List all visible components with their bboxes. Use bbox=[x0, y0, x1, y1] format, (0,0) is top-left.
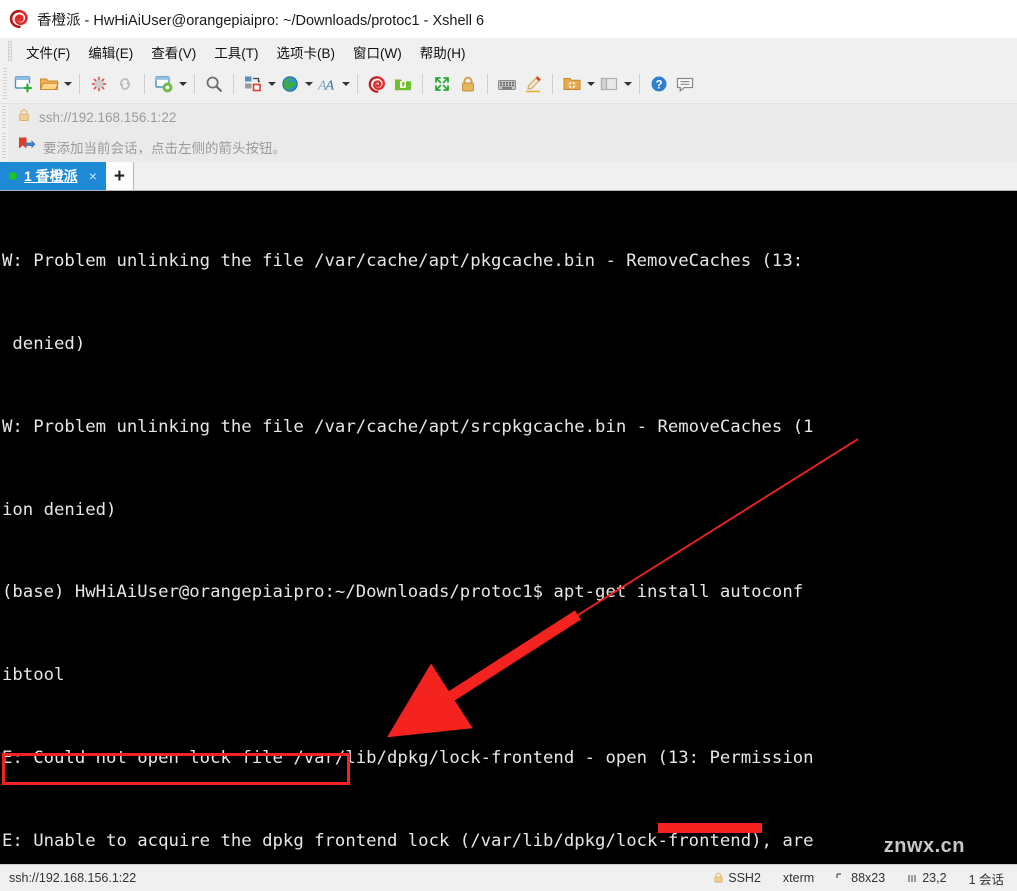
xftp-icon[interactable] bbox=[390, 71, 416, 97]
toolbar-separator bbox=[357, 74, 358, 94]
help-icon[interactable]: ? bbox=[646, 71, 672, 97]
toolbar-separator bbox=[233, 74, 234, 94]
tab-label: 1 香橙派 bbox=[24, 168, 78, 184]
menu-bar: 文件(F) 编辑(E) 查看(V) 工具(T) 选项卡(B) 窗口(W) 帮助(… bbox=[0, 38, 1017, 65]
fullscreen-icon[interactable] bbox=[429, 71, 455, 97]
svg-text:?: ? bbox=[655, 80, 662, 92]
menu-view[interactable]: 查看(V) bbox=[142, 40, 205, 64]
tab-strip: 1 香橙派 × + bbox=[0, 162, 1017, 191]
globe-encoding-dropdown-icon[interactable] bbox=[303, 72, 314, 96]
tab-close-icon[interactable]: × bbox=[89, 168, 97, 184]
feedback-icon[interactable] bbox=[672, 71, 698, 97]
watermark: znwx.cn bbox=[883, 835, 965, 857]
status-size-label: 88x23 bbox=[851, 871, 886, 885]
status-term-type: xterm bbox=[782, 871, 815, 885]
cursor-pos-icon bbox=[907, 873, 918, 884]
hint-bar: 要添加当前会话，点击左侧的箭头按钮。 bbox=[0, 131, 1017, 162]
terminal-output[interactable]: W: Problem unlinking the file /var/cache… bbox=[0, 191, 1017, 864]
toolbar-separator bbox=[487, 74, 488, 94]
file-transfer-dropdown-icon[interactable] bbox=[266, 72, 277, 96]
disconnect-icon[interactable] bbox=[86, 71, 112, 97]
open-folder-icon[interactable] bbox=[36, 71, 62, 97]
toolbar-separator bbox=[194, 74, 195, 94]
title-bar: 香橙派 - HwHiAiUser@orangepiaipro: ~/Downlo… bbox=[0, 0, 1017, 38]
lock-icon bbox=[17, 108, 31, 128]
lock-icon[interactable] bbox=[455, 71, 481, 97]
status-size: 88x23 bbox=[825, 871, 896, 885]
xshell-window: 香橙派 - HwHiAiUser@orangepiaipro: ~/Downlo… bbox=[0, 0, 1017, 891]
menu-window[interactable]: 窗口(W) bbox=[344, 40, 411, 64]
terminal-line: ibtool bbox=[2, 665, 65, 686]
svg-text:A: A bbox=[325, 79, 335, 94]
terminal-line: (base) HwHiAiUser@orangepiaipro:~/Downlo… bbox=[2, 582, 804, 603]
terminal-line: E: Unable to acquire the dpkg frontend l… bbox=[2, 830, 814, 851]
menu-help[interactable]: 帮助(H) bbox=[411, 40, 475, 64]
status-protocol-label: SSH2 bbox=[728, 871, 761, 885]
terminal-line: ion denied) bbox=[2, 499, 117, 520]
menu-tools[interactable]: 工具(T) bbox=[205, 40, 267, 64]
layout-icon[interactable] bbox=[596, 71, 622, 97]
font-icon[interactable]: A A bbox=[314, 71, 340, 97]
window-title: 香橙派 - HwHiAiUser@orangepiaipro: ~/Downlo… bbox=[37, 12, 485, 29]
toolbar-separator bbox=[79, 74, 80, 94]
file-transfer-icon[interactable] bbox=[240, 71, 266, 97]
add-folder-icon[interactable] bbox=[559, 71, 585, 97]
terminal-lines: W: Problem unlinking the file /var/cache… bbox=[2, 193, 1017, 864]
toolbar-separator bbox=[552, 74, 553, 94]
tab-status-dot-icon bbox=[9, 172, 17, 180]
menu-file[interactable]: 文件(F) bbox=[17, 40, 79, 64]
globe-encoding-icon[interactable] bbox=[277, 71, 303, 97]
highlight-pen-icon[interactable] bbox=[520, 71, 546, 97]
open-folder-dropdown-icon[interactable] bbox=[62, 72, 73, 96]
address-input[interactable]: ssh://192.168.156.1:22 bbox=[39, 110, 176, 125]
terminal-line: E: Could not open lock file /var/lib/dpk… bbox=[2, 747, 814, 768]
toolbar-separator bbox=[422, 74, 423, 94]
toolbar-separator bbox=[144, 74, 145, 94]
status-cursor-label: 23,2 bbox=[922, 871, 947, 885]
xshell-icon[interactable] bbox=[364, 71, 390, 97]
terminal-line: W: Problem unlinking the file /var/cache… bbox=[2, 416, 814, 437]
new-tab-button[interactable]: + bbox=[105, 162, 134, 190]
session-properties-dropdown-icon[interactable] bbox=[177, 72, 188, 96]
layout-dropdown-icon[interactable] bbox=[622, 72, 633, 96]
lock-icon bbox=[713, 872, 724, 884]
font-dropdown-icon[interactable] bbox=[340, 72, 351, 96]
toolbar: A A ? bbox=[0, 65, 1017, 104]
add-bookmark-arrow-icon bbox=[17, 136, 36, 158]
status-bar: ssh://192.168.156.1:22 SSH2 xterm 88x23 … bbox=[0, 864, 1017, 891]
keyboard-icon[interactable] bbox=[494, 71, 520, 97]
add-folder-dropdown-icon[interactable] bbox=[585, 72, 596, 96]
xshell-spiral-logo-icon bbox=[8, 8, 30, 30]
toolbar-separator bbox=[639, 74, 640, 94]
menu-edit[interactable]: 编辑(E) bbox=[79, 40, 142, 64]
status-right-group: SSH2 xterm 88x23 23,2 1 会话 bbox=[702, 869, 1017, 888]
status-sessions: 1 会话 bbox=[968, 872, 1004, 887]
screen-size-icon bbox=[836, 872, 847, 884]
find-icon[interactable] bbox=[201, 71, 227, 97]
session-properties-icon[interactable] bbox=[151, 71, 177, 97]
terminal-line: denied) bbox=[2, 333, 86, 354]
hint-text: 要添加当前会话，点击左侧的箭头按钮。 bbox=[43, 140, 286, 156]
terminal-line: W: Problem unlinking the file /var/cache… bbox=[2, 251, 804, 272]
status-cursor-pos: 23,2 bbox=[896, 871, 957, 885]
menu-tabs[interactable]: 选项卡(B) bbox=[268, 40, 345, 64]
address-bar[interactable]: ssh://192.168.156.1:22 bbox=[0, 104, 1017, 131]
new-session-icon[interactable] bbox=[10, 71, 36, 97]
reconnect-icon[interactable] bbox=[112, 71, 138, 97]
status-connection: ssh://192.168.156.1:22 bbox=[9, 871, 137, 885]
tab-session-1[interactable]: 1 香橙派 × bbox=[0, 162, 106, 190]
status-protocol: SSH2 bbox=[702, 871, 772, 885]
